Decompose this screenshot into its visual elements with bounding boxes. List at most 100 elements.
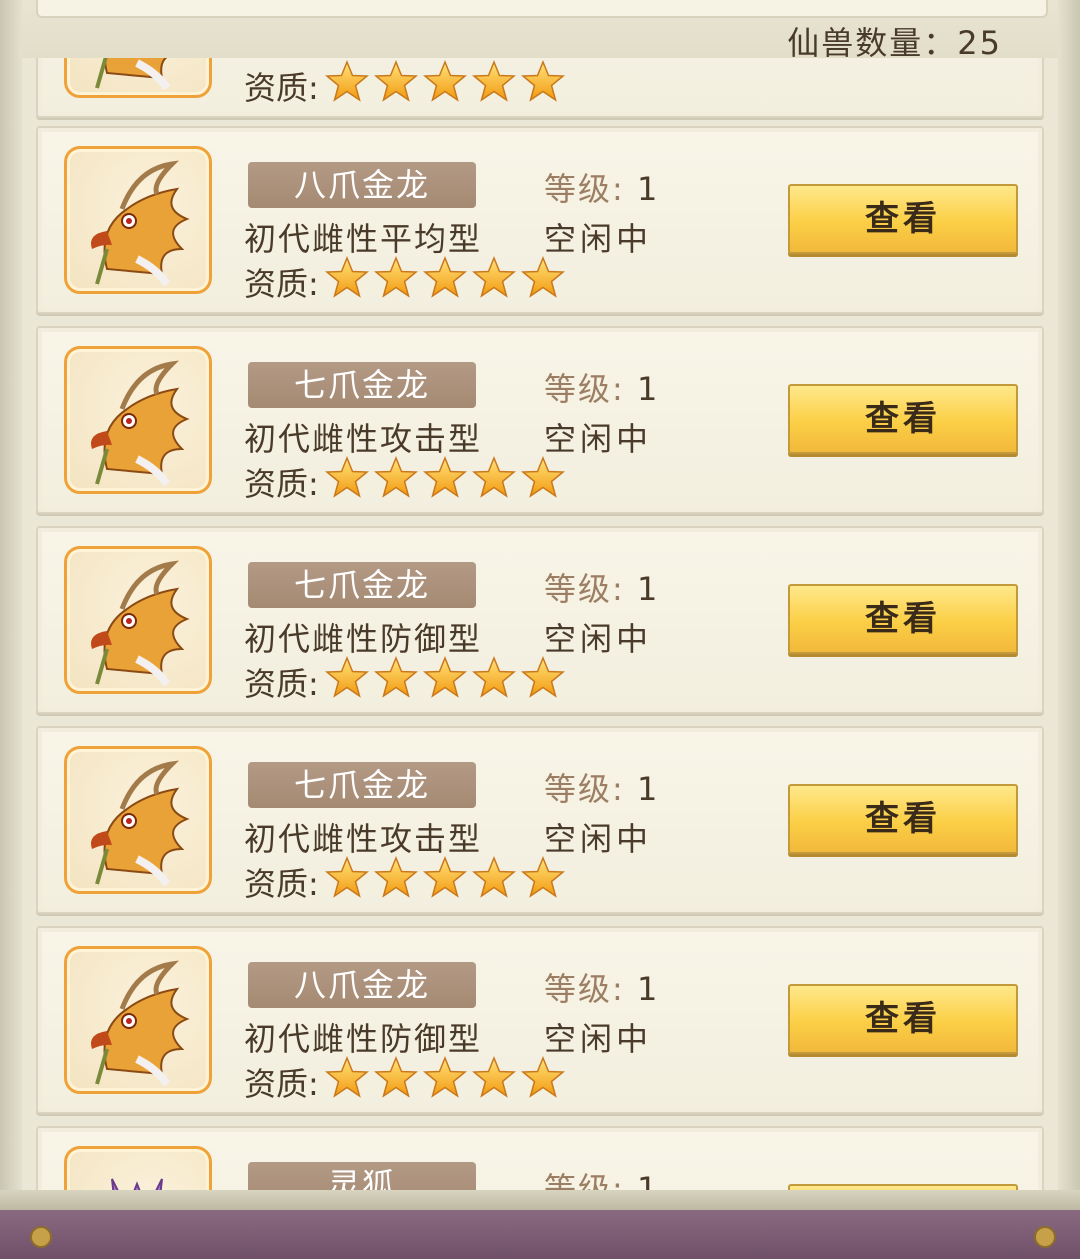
star-icon <box>324 856 374 908</box>
level-value: 1 <box>636 770 660 808</box>
pet-status: 空闲中 <box>544 620 653 658</box>
level-value: 1 <box>636 970 660 1008</box>
star-icon <box>520 1056 570 1108</box>
pet-name: 七爪金龙 <box>248 362 476 408</box>
level-label: 等级: <box>544 370 625 408</box>
star-icon <box>373 456 423 508</box>
quality-label: 资质: <box>244 865 319 903</box>
bottom-rail <box>0 1190 1080 1210</box>
level-label: 等级: <box>544 570 625 608</box>
star-icon <box>373 656 423 708</box>
star-rating <box>324 656 570 708</box>
quality-label: 资质: <box>244 1065 319 1103</box>
pet-type: 初代雌性攻击型 <box>244 420 483 458</box>
star-icon <box>520 856 570 908</box>
level-value: 1 <box>636 1170 660 1192</box>
pet-name: 七爪金龙 <box>248 562 476 608</box>
golden-dragon-icon[interactable] <box>64 146 212 294</box>
star-icon <box>373 856 423 908</box>
star-icon <box>471 656 521 708</box>
star-rating <box>324 456 570 508</box>
star-icon <box>520 256 570 308</box>
star-icon <box>324 1056 374 1108</box>
star-icon <box>324 256 374 308</box>
list-item[interactable]: 灵狐 资质: 等级: 1 查看 <box>36 1126 1044 1192</box>
pet-type: 初代雌性平均型 <box>244 220 483 258</box>
view-button[interactable]: 查看 <box>788 784 1018 854</box>
list-item[interactable]: 七爪金龙 初代雌性防御型 资质: 等级: 1 空闲中 查看 <box>36 526 1044 714</box>
star-icon <box>471 1056 521 1108</box>
bottom-banner <box>0 1210 1080 1259</box>
level-label: 等级: <box>544 170 625 208</box>
star-icon <box>422 656 472 708</box>
pet-list[interactable]: 仙兽数量：25 资质: 八爪金龙 初代雌性平均型 资质: 等级: 1 空闲中 查… <box>22 0 1058 1192</box>
level-row: 等级: 1 <box>544 164 659 210</box>
view-button[interactable]: 查看 <box>788 184 1018 254</box>
star-rating <box>324 856 570 908</box>
level-row: 等级: 1 <box>544 1164 659 1192</box>
star-icon <box>373 60 423 112</box>
pet-type: 初代雌性防御型 <box>244 1020 483 1058</box>
level-label: 等级: <box>544 1170 625 1192</box>
star-icon <box>373 1056 423 1108</box>
star-icon <box>422 456 472 508</box>
pet-status: 空闲中 <box>544 1020 653 1058</box>
quality-row: 资质: <box>244 256 570 304</box>
pet-name: 八爪金龙 <box>248 162 476 208</box>
golden-dragon-icon[interactable] <box>64 346 212 494</box>
quality-row: 资质: <box>244 60 570 108</box>
level-row: 等级: 1 <box>544 364 659 410</box>
level-row: 等级: 1 <box>544 764 659 810</box>
pet-type: 初代雌性防御型 <box>244 620 483 658</box>
pet-count-label: 仙兽数量：25 <box>787 24 1002 62</box>
star-icon <box>471 456 521 508</box>
view-button[interactable]: 查看 <box>788 584 1018 654</box>
quality-label: 资质: <box>244 69 319 107</box>
frame-right-border <box>1058 0 1080 1210</box>
quality-row: 资质: <box>244 856 570 904</box>
list-item[interactable]: 八爪金龙 初代雌性防御型 资质: 等级: 1 空闲中 查看 <box>36 926 1044 1114</box>
list-header: 仙兽数量：25 <box>22 0 1058 62</box>
pet-name: 灵狐 <box>248 1162 476 1192</box>
star-rating <box>324 256 570 308</box>
golden-dragon-icon[interactable] <box>64 946 212 1094</box>
view-button[interactable]: 查看 <box>788 384 1018 454</box>
star-icon <box>324 456 374 508</box>
pet-status: 空闲中 <box>544 420 653 458</box>
pet-status: 空闲中 <box>544 820 653 858</box>
star-icon <box>324 656 374 708</box>
golden-dragon-icon[interactable] <box>64 746 212 894</box>
list-item[interactable]: 七爪金龙 初代雌性攻击型 资质: 等级: 1 空闲中 查看 <box>36 726 1044 914</box>
list-item[interactable]: 七爪金龙 初代雌性攻击型 资质: 等级: 1 空闲中 查看 <box>36 326 1044 514</box>
view-button[interactable]: 查看 <box>788 984 1018 1054</box>
quality-label: 资质: <box>244 665 319 703</box>
level-label: 等级: <box>544 970 625 1008</box>
pet-name: 七爪金龙 <box>248 762 476 808</box>
list-item[interactable]: 八爪金龙 初代雌性平均型 资质: 等级: 1 空闲中 查看 <box>36 126 1044 314</box>
golden-dragon-icon[interactable] <box>64 546 212 694</box>
star-icon <box>471 256 521 308</box>
previous-card-edge <box>36 0 1048 18</box>
scroll-knob-right-icon <box>1034 1226 1056 1248</box>
star-icon <box>471 60 521 112</box>
star-icon <box>471 856 521 908</box>
spirit-fox-icon[interactable] <box>64 1146 212 1192</box>
star-icon <box>520 60 570 112</box>
level-row: 等级: 1 <box>544 564 659 610</box>
star-rating <box>324 60 570 112</box>
star-icon <box>373 256 423 308</box>
level-label: 等级: <box>544 770 625 808</box>
level-value: 1 <box>636 570 660 608</box>
quality-row: 资质: <box>244 1056 570 1104</box>
quality-label: 资质: <box>244 465 319 503</box>
frame-left-border <box>0 0 22 1210</box>
quality-label: 资质: <box>244 265 319 303</box>
quality-row: 资质: <box>244 656 570 704</box>
pet-type: 初代雌性攻击型 <box>244 820 483 858</box>
star-icon <box>422 856 472 908</box>
star-icon <box>422 60 472 112</box>
star-icon <box>520 456 570 508</box>
star-rating <box>324 1056 570 1108</box>
scroll-knob-left-icon <box>30 1226 52 1248</box>
level-value: 1 <box>636 370 660 408</box>
